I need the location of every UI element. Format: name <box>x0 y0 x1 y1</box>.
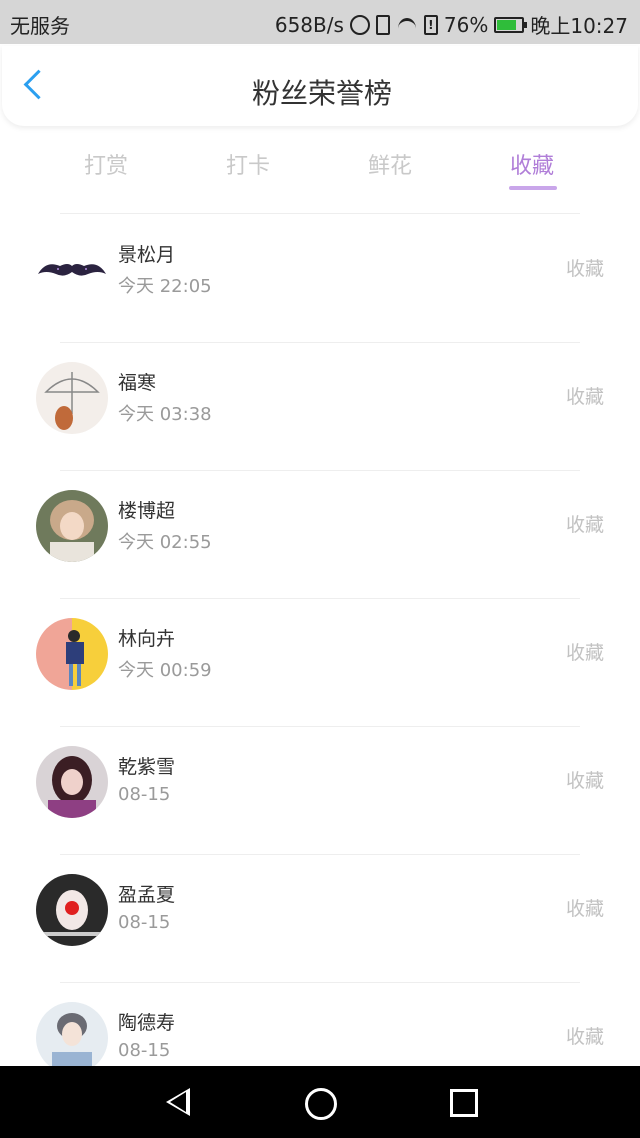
action-label: 收藏 <box>565 258 604 280</box>
clock: 晚上10:27 <box>530 14 628 38</box>
user-name: 盈孟夏 <box>118 884 176 906</box>
list-item[interactable]: 盈孟夏 08-15 收藏 <box>0 854 640 982</box>
user-name: 福寒 <box>118 372 157 394</box>
user-name: 陶德寿 <box>118 1012 176 1034</box>
girl-avatar <box>36 490 108 562</box>
timestamp: 08-15 <box>118 784 171 805</box>
status-icons: 658B/s ! 76% 晚上10:27 <box>275 10 628 39</box>
nav-back-icon[interactable] <box>166 1088 190 1116</box>
mustache-avatar <box>36 234 108 306</box>
action-label: 收藏 <box>565 770 604 792</box>
yellow-avatar <box>36 618 108 690</box>
carrier-text: 无服务 <box>10 14 70 38</box>
wifi-icon <box>396 16 418 34</box>
page-header: 粉丝荣誉榜 <box>2 46 638 126</box>
timestamp: 今天 03:38 <box>118 404 212 425</box>
page-title: 粉丝荣誉榜 <box>251 77 392 110</box>
list-item[interactable]: 福寒 今天 03:38 收藏 <box>0 342 640 470</box>
tab-favorites[interactable]: 收藏 <box>510 148 554 180</box>
clown-avatar <box>36 874 108 946</box>
timestamp: 今天 00:59 <box>118 660 212 681</box>
pink-avatar <box>36 746 108 818</box>
list-item[interactable]: 乾紫雪 08-15 收藏 <box>0 726 640 854</box>
action-label: 收藏 <box>565 386 604 408</box>
action-label: 收藏 <box>565 898 604 920</box>
tab-flowers[interactable]: 鲜花 <box>368 148 412 180</box>
list-item[interactable]: 林向卉 今天 00:59 收藏 <box>0 598 640 726</box>
nav-recents-icon[interactable] <box>450 1089 478 1117</box>
status-bar: 无服务 658B/s ! 76% 晚上10:27 <box>0 0 640 44</box>
tab-bar: 打赏 打卡 鲜花 收藏 <box>0 140 640 200</box>
tab-reward[interactable]: 打赏 <box>84 148 128 180</box>
user-name: 林向卉 <box>118 628 176 650</box>
battery-icon <box>494 16 528 33</box>
user-name: 景松月 <box>118 244 176 266</box>
battery-percent: 76% <box>443 12 489 37</box>
user-name: 乾紫雪 <box>118 756 176 778</box>
network-speed: 658B/s <box>274 12 344 37</box>
boy-avatar <box>36 1002 108 1074</box>
sim-alert-icon: ! <box>423 14 438 35</box>
system-nav-bar <box>0 1066 640 1138</box>
active-tab-indicator <box>509 186 557 190</box>
action-label: 收藏 <box>565 642 604 664</box>
timestamp: 08-15 <box>118 1040 171 1061</box>
timestamp: 今天 02:55 <box>118 532 212 553</box>
hd-icon <box>349 14 370 35</box>
list-item[interactable]: 景松月 今天 22:05 收藏 <box>0 214 640 342</box>
nav-home-icon[interactable] <box>305 1088 337 1120</box>
action-label: 收藏 <box>565 1026 604 1048</box>
action-label: 收藏 <box>565 514 604 536</box>
vibrate-icon <box>375 14 390 35</box>
list-item[interactable]: 楼博超 今天 02:55 收藏 <box>0 470 640 598</box>
timestamp: 今天 22:05 <box>118 276 212 297</box>
umbrella-avatar <box>36 362 108 434</box>
timestamp: 08-15 <box>118 912 171 933</box>
user-name: 楼博超 <box>118 500 176 522</box>
tab-checkin[interactable]: 打卡 <box>226 148 270 180</box>
